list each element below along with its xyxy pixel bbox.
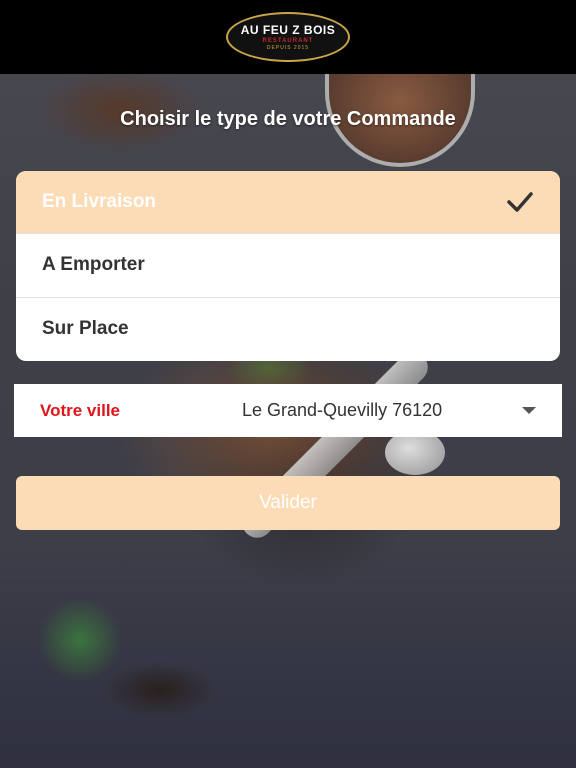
order-type-label: En Livraison <box>42 191 157 213</box>
logo-year: DEPUIS 2015 <box>266 45 310 51</box>
checkmark-icon <box>507 192 533 212</box>
order-type-list: En Livraison A Emporter Sur Place <box>16 171 560 361</box>
validate-button[interactable]: Valider <box>16 476 560 530</box>
city-value: Le Grand-Quevilly 76120 <box>242 400 443 420</box>
order-type-delivery[interactable]: En Livraison <box>16 171 560 235</box>
city-label: Votre ville <box>40 400 120 420</box>
restaurant-logo: AU FEU Z BOIS RESTAURANT DEPUIS 2015 <box>226 12 350 62</box>
order-type-dine-in[interactable]: Sur Place <box>16 298 560 361</box>
city-select[interactable]: Votre ville Le Grand-Quevilly 76120 <box>14 384 562 437</box>
order-type-label: A Emporter <box>42 254 145 276</box>
page-title: Choisir le type de votre Commande <box>120 108 456 130</box>
order-type-takeaway[interactable]: A Emporter <box>16 234 560 298</box>
logo-subtitle: RESTAURANT <box>262 38 314 44</box>
chevron-down-icon <box>522 407 536 414</box>
app-header: AU FEU Z BOIS RESTAURANT DEPUIS 2015 <box>0 0 576 74</box>
logo-name: AU FEU Z BOIS <box>240 23 336 37</box>
order-type-label: Sur Place <box>42 318 129 340</box>
